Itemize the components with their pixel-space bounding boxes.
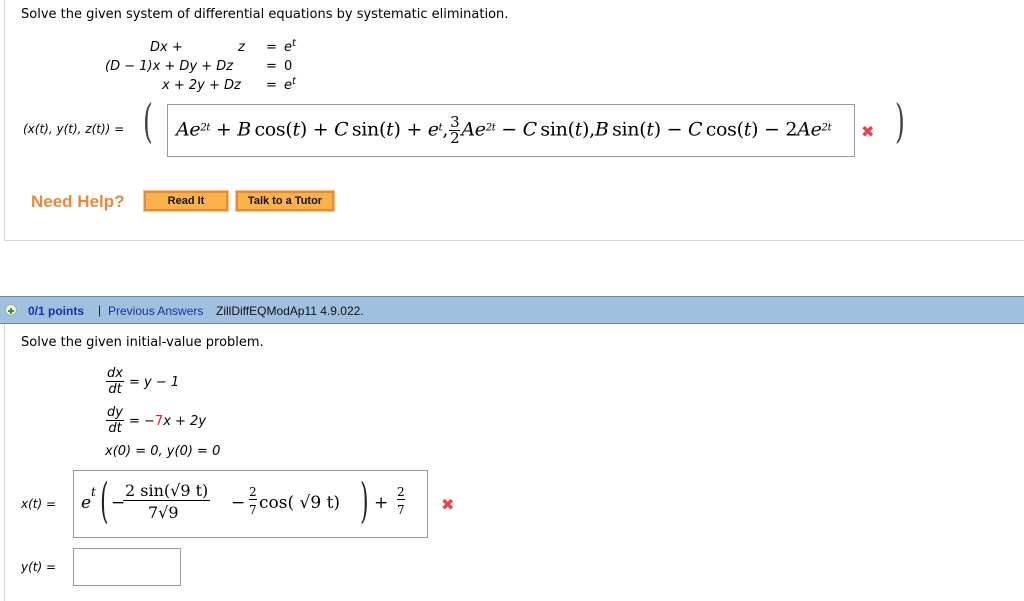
x-mark-icon: ✖ [861, 122, 875, 141]
question-1-prompt: Solve the given system of differential e… [21, 7, 509, 22]
left-paren: ( [143, 94, 153, 148]
y-answer-input[interactable] [73, 548, 181, 586]
question-id: ZillDiffEQModAp11 4.9.022. [216, 304, 364, 318]
system-row-2-eq: = [266, 59, 277, 74]
talk-to-tutor-button[interactable]: Talk to a Tutor [235, 190, 335, 212]
system-row-3-rhs: et [284, 76, 296, 94]
question-2-header: 0/1 points | Previous Answers ZillDiffEQ… [0, 296, 1024, 324]
system-row-1-rhs: et [284, 38, 296, 56]
system-row-3-eq: = [266, 78, 277, 93]
x-answer-input[interactable]: e t ( − 2 sin(√9 t) 7√9 − 2 7 cos( √9 t)… [73, 470, 428, 538]
y-label: y(t) = [21, 560, 57, 574]
triple-answer-input[interactable]: Ae2t + B cos(t) + C sin(t) + et, 3 2 Ae2t −… [167, 104, 855, 157]
system-row-1-term1: Dx + [150, 40, 183, 55]
dx-dt-fraction: dx dt [106, 366, 124, 397]
system-row-3-lhs: x + 2y + Dz [162, 78, 241, 93]
points-label: 0/1 points [28, 304, 85, 318]
x-label: x(t) = [21, 497, 57, 511]
question-2-card: Solve the given initial-value problem. d… [4, 324, 1024, 601]
question-2-prompt: Solve the given initial-value problem. [21, 335, 264, 350]
x-answer-x-mark-icon: ✖ [441, 495, 455, 514]
system-row-2-lhs: (D − 1)x + Dy + Dz [105, 59, 234, 74]
question-1-card: Solve the given system of differential e… [4, 0, 1024, 241]
read-it-button[interactable]: Read It [143, 190, 229, 212]
system-row-1-term2: z [238, 40, 245, 55]
system-row-1-eq: = [266, 40, 277, 55]
header-separator: | [98, 303, 102, 317]
eq2-rhs: = −7x + 2y [129, 414, 207, 429]
initial-conditions: x(0) = 0, y(0) = 0 [105, 444, 221, 459]
system-row-2-rhs: 0 [284, 59, 293, 74]
triple-answer-math: Ae2t + B cos(t) + C sin(t) + et, 3 2 Ae2t −… [176, 113, 832, 147]
previous-answers-link[interactable]: Previous Answers [108, 304, 203, 318]
eq1-rhs: = y − 1 [129, 375, 180, 390]
expand-plus-icon[interactable] [5, 304, 17, 316]
dy-dt-fraction: dy dt [106, 405, 124, 436]
highlighted-coefficient: 7 [154, 414, 164, 429]
need-help-label: Need Help? [31, 192, 125, 211]
triple-answer-label: (x(t), y(t), z(t)) = [23, 122, 125, 136]
right-paren: ) [895, 94, 905, 148]
